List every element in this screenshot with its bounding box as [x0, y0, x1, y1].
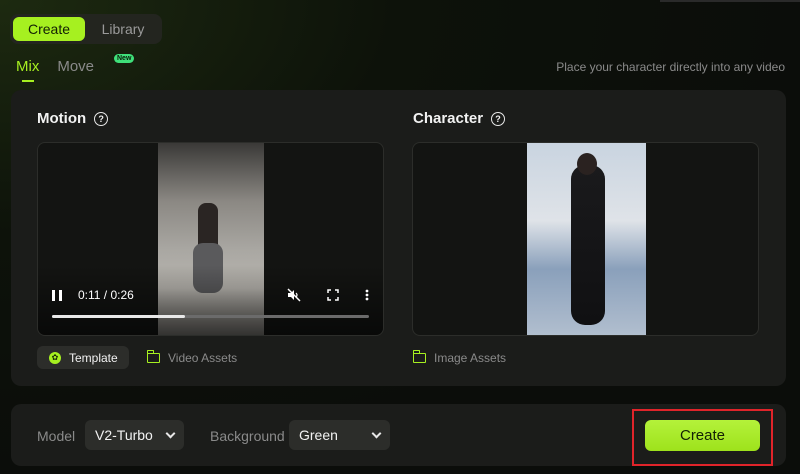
top-divider	[660, 0, 800, 2]
subtab-move[interactable]: Move	[57, 58, 94, 75]
video-progress-bar[interactable]	[52, 315, 369, 318]
template-label: Template	[69, 350, 118, 365]
tab-library[interactable]: Library	[87, 17, 159, 41]
new-badge: New	[114, 54, 135, 63]
pause-icon[interactable]	[52, 289, 62, 301]
character-image	[527, 143, 646, 335]
video-controls: 0:11 / 0:26	[52, 285, 369, 305]
folder-icon	[146, 349, 160, 363]
character-image-box[interactable]	[412, 142, 759, 336]
mute-icon[interactable]	[287, 288, 301, 302]
model-label: Model	[37, 428, 76, 444]
motion-video-player[interactable]: 0:11 / 0:26	[37, 142, 384, 336]
folder-icon	[412, 349, 426, 363]
chevron-down-icon	[371, 428, 382, 438]
subtab-mix[interactable]: Mix	[16, 58, 39, 82]
fullscreen-icon[interactable]	[327, 289, 339, 301]
tab-create[interactable]: Create	[13, 17, 85, 41]
background-value: Green	[299, 427, 338, 443]
video-progress-fill	[52, 315, 186, 318]
help-icon[interactable]: ?	[491, 111, 506, 126]
model-select[interactable]: V2-Turbo	[85, 420, 184, 450]
character-title: Character	[413, 110, 484, 127]
main-panel: Motion ? 0:11 / 0:26 Character ? ✿ Templ…	[11, 90, 786, 386]
background-label: Background	[210, 428, 285, 444]
template-icon: ✿	[49, 351, 61, 364]
template-button[interactable]: ✿ Template	[37, 346, 129, 369]
character-section-title: Character ?	[413, 110, 506, 127]
image-assets-label: Image Assets	[434, 350, 507, 365]
character-figure	[571, 165, 605, 325]
help-icon[interactable]: ?	[94, 111, 109, 126]
model-value: V2-Turbo	[95, 427, 153, 443]
chevron-down-icon	[165, 428, 176, 438]
video-assets-link[interactable]: Video Assets	[146, 346, 238, 369]
image-assets-link[interactable]: Image Assets	[412, 346, 507, 369]
background-select[interactable]: Green	[289, 420, 390, 450]
video-assets-label: Video Assets	[168, 350, 238, 365]
tagline: Place your character directly into any v…	[556, 60, 785, 74]
more-options-icon[interactable]	[365, 289, 369, 301]
video-time: 0:11 / 0:26	[78, 288, 134, 302]
mode-tabs: Create Library	[10, 14, 162, 44]
motion-section-title: Motion ?	[37, 110, 109, 127]
character-head	[577, 153, 597, 175]
create-button[interactable]: Create	[645, 420, 760, 451]
sub-tabs: Mix Move New	[16, 54, 135, 82]
motion-title: Motion	[37, 110, 87, 127]
